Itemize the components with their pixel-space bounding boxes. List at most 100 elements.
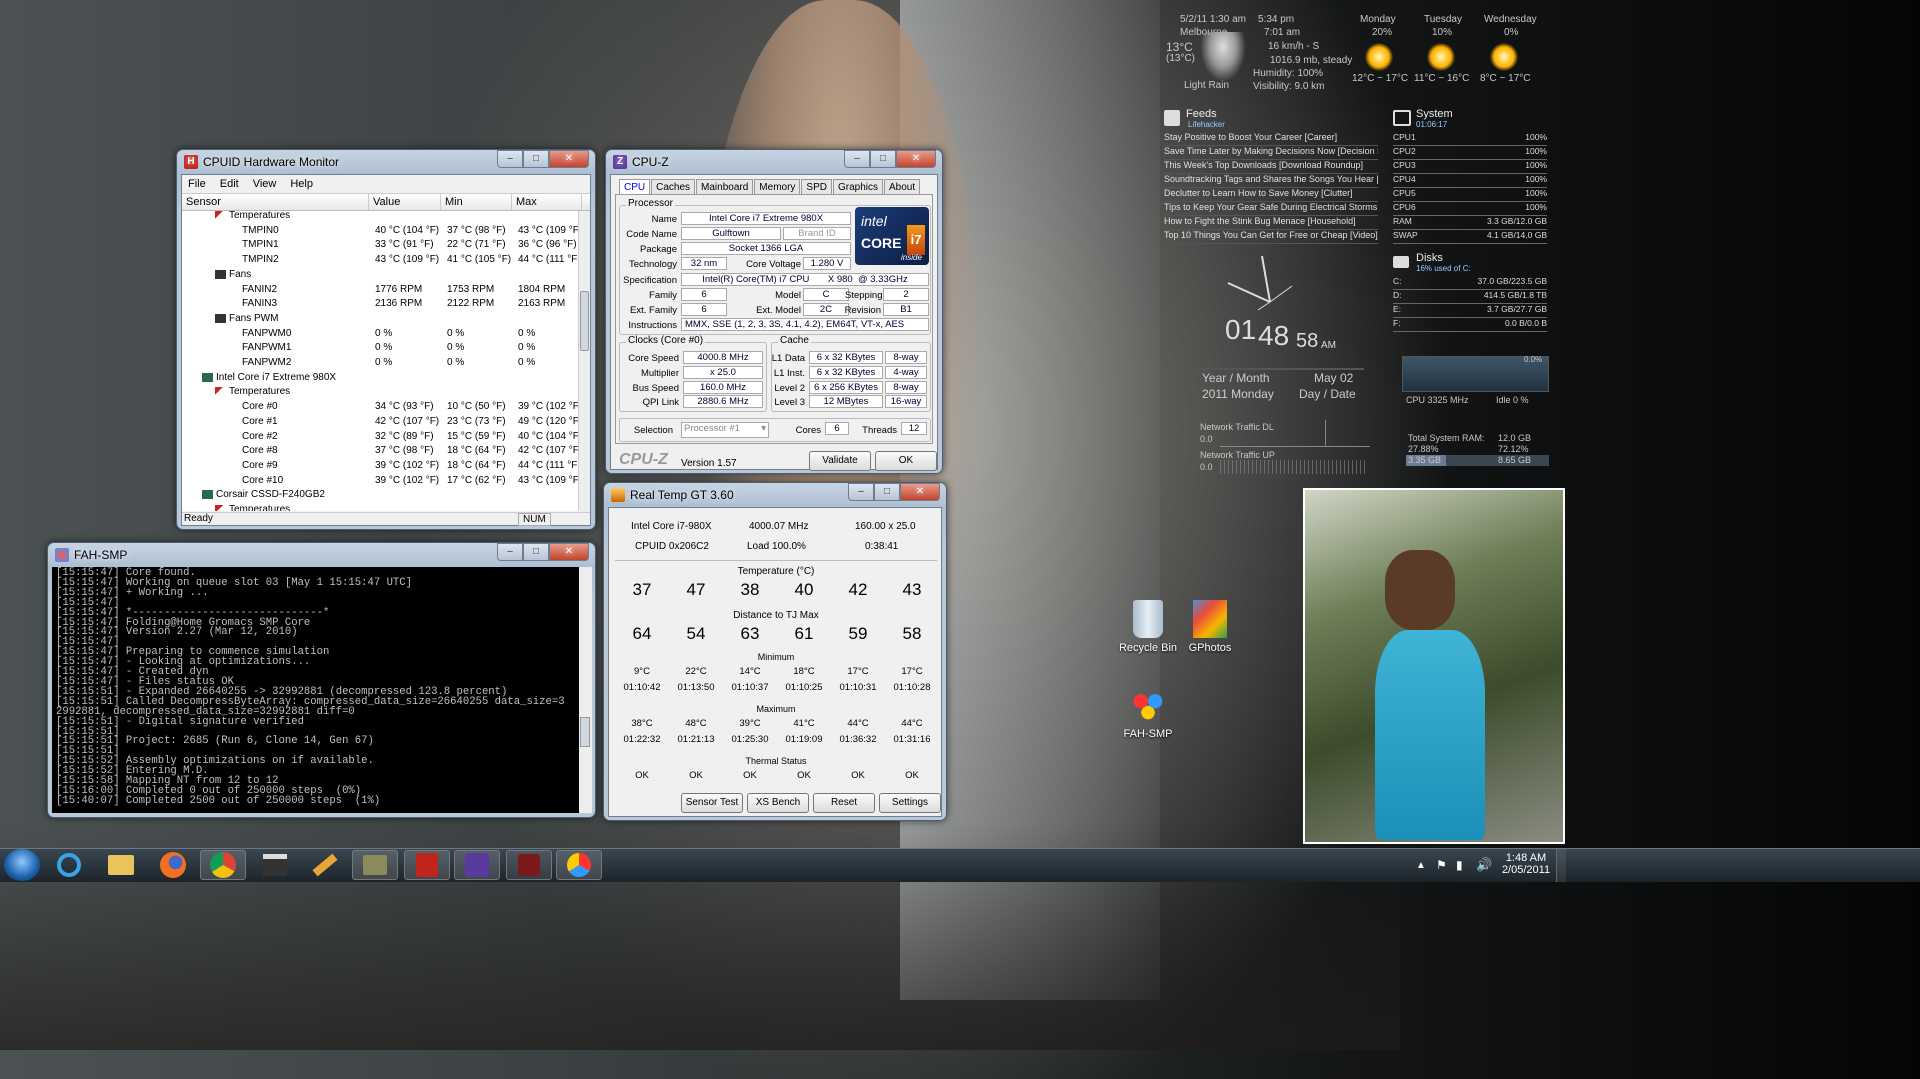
start-button[interactable] (4, 849, 40, 881)
feed-item[interactable]: Top 10 Things You Can Get for Free or Ch… (1164, 230, 1378, 244)
taskbar-firefox[interactable] (150, 850, 196, 880)
cpuz-titlebar[interactable]: Z CPU-Z – □ ✕ (606, 150, 942, 174)
hwmonitor-row[interactable]: Core #1 42 °C (107 °F) 23 °C (73 °F) 49 °C … (182, 414, 578, 429)
hwmonitor-titlebar[interactable]: H CPUID Hardware Monitor – □ ✕ (177, 150, 595, 174)
minimize-button[interactable]: – (848, 483, 874, 501)
action-center-flag-icon[interactable]: ⚑ (1436, 858, 1447, 872)
realtemp-titlebar[interactable]: Real Temp GT 3.60 – □ ✕ (604, 483, 946, 507)
taskbar-realtemp[interactable] (404, 850, 450, 880)
hwmonitor-row[interactable]: TMPIN1 33 °C (91 °F) 22 °C (71 °F) 36 °C (9… (182, 237, 578, 252)
weather-widget[interactable]: 5/2/11 1:30 am Melbourne 13°C (13°C) Lig… (1160, 8, 1550, 98)
hwmonitor-row[interactable]: FANIN3 2136 RPM 2122 RPM 2163 RPM (182, 296, 578, 311)
col-max[interactable]: Max (512, 194, 582, 210)
network-icon[interactable]: ▮ (1456, 858, 1463, 872)
maximize-button[interactable]: □ (523, 150, 549, 168)
hwmonitor-row[interactable]: Core #8 37 °C (98 °F) 18 °C (64 °F) 42 °C (… (182, 443, 578, 458)
hwmonitor-row[interactable]: Intel Core i7 Extreme 980X (182, 370, 578, 385)
maximize-button[interactable]: □ (523, 543, 549, 561)
tray-show-hidden-icon[interactable]: ▲ (1416, 860, 1426, 871)
hwmonitor-tree[interactable]: Temperatures TMPIN0 40 °C (104 °F) 37 °C (9… (182, 211, 578, 511)
col-value[interactable]: Value (369, 194, 441, 210)
taskbar-app[interactable] (506, 850, 552, 880)
xs-bench-button[interactable]: XS Bench (747, 793, 809, 813)
tab-memory[interactable]: Memory (754, 179, 801, 195)
realtemp-window[interactable]: Real Temp GT 3.60 – □ ✕ Intel Core i7-98… (603, 482, 947, 821)
reset-button[interactable]: Reset (813, 793, 875, 813)
taskbar-media[interactable] (252, 850, 298, 880)
hwmonitor-row[interactable]: FANPWM0 0 % 0 % 0 % (182, 326, 578, 341)
rss-icon (1164, 110, 1180, 126)
feed-item[interactable]: Tips to Keep Your Gear Safe During Elect… (1164, 202, 1378, 216)
fah-smp-window[interactable]: FAH-SMP – □ ✕ [15:15:47] Core found. [15:… (47, 542, 596, 818)
desktop-icon-gphotos[interactable]: GPhotos (1174, 600, 1246, 654)
tab-caches[interactable]: Caches (651, 179, 696, 195)
hwmonitor-row[interactable]: TMPIN2 43 °C (109 °F) 41 °C (105 °F) 44 °C … (182, 252, 578, 267)
sunrise-time: 7:01 am (1264, 27, 1301, 38)
close-button[interactable]: ✕ (549, 150, 589, 168)
maximize-button[interactable]: □ (874, 483, 900, 501)
feed-item[interactable]: Save Time Later by Making Decisions Now … (1164, 146, 1378, 160)
tab-spd[interactable]: SPD (801, 179, 832, 195)
close-button[interactable]: ✕ (549, 543, 589, 561)
ok-button[interactable]: OK (875, 451, 937, 471)
minimize-button[interactable]: – (497, 543, 523, 561)
weather-feels: (13°C) (1166, 53, 1196, 64)
fah-titlebar[interactable]: FAH-SMP – □ ✕ (48, 543, 595, 567)
menu-help[interactable]: Help (290, 178, 313, 190)
taskbar-explorer[interactable] (98, 850, 144, 880)
cpuz-window[interactable]: Z CPU-Z – □ ✕ CPU Caches Mainboard Memor… (605, 149, 943, 474)
tab-mainboard[interactable]: Mainboard (696, 179, 754, 195)
col-min[interactable]: Min (441, 194, 512, 210)
desktop-icon-fah-smp[interactable]: FAH-SMP (1112, 686, 1184, 740)
feed-item[interactable]: Soundtracking Tags and Shares the Songs … (1164, 174, 1378, 188)
tab-graphics[interactable]: Graphics (832, 179, 883, 195)
feed-item[interactable]: How to Fight the Stink Bug Menace [House… (1164, 216, 1378, 230)
taskbar-tool[interactable] (302, 850, 348, 880)
minimize-button[interactable]: – (497, 150, 523, 168)
minimize-button[interactable]: – (844, 150, 870, 168)
hwmonitor-row[interactable]: Temperatures (182, 502, 578, 511)
hwmonitor-row[interactable]: Temperatures (182, 211, 578, 223)
menu-edit[interactable]: Edit (220, 178, 239, 190)
tray-clock[interactable]: 1:48 AM 2/05/2011 (1500, 852, 1552, 876)
taskbar-chrome[interactable] (200, 850, 246, 880)
feed-item[interactable]: This Week's Top Downloads [Download Roun… (1164, 160, 1378, 174)
taskbar-cpuz[interactable] (454, 850, 500, 880)
hwmonitor-row[interactable]: Core #10 39 °C (102 °F) 17 °C (62 °F) 43 °C… (182, 473, 578, 488)
menu-view[interactable]: View (253, 178, 277, 190)
console-scrollbar[interactable] (579, 567, 592, 813)
taskbar-hwmonitor[interactable] (352, 850, 398, 880)
hwmonitor-scrollbar[interactable] (578, 211, 590, 511)
tab-cpu[interactable]: CPU (619, 179, 651, 195)
feed-item[interactable]: Declutter to Learn How to Save Money [Cl… (1164, 188, 1378, 202)
hwmonitor-window[interactable]: H CPUID Hardware Monitor – □ ✕ File Edit… (176, 149, 596, 530)
feed-item[interactable]: Stay Positive to Boost Your Career [Care… (1164, 132, 1378, 146)
taskbar-fah[interactable] (556, 850, 602, 880)
hwmonitor-row[interactable]: Core #2 32 °C (89 °F) 15 °C (59 °F) 40 °C (… (182, 429, 578, 444)
hwmonitor-row[interactable]: Temperatures (182, 384, 578, 399)
hwmonitor-row[interactable]: Fans (182, 267, 578, 282)
settings-button[interactable]: Settings (879, 793, 941, 813)
processor-select[interactable]: Processor #1 ▾ (681, 422, 769, 438)
hwmonitor-row[interactable]: Fans PWM (182, 311, 578, 326)
col-sensor[interactable]: Sensor (182, 194, 369, 210)
hwmonitor-row[interactable]: FANIN2 1776 RPM 1753 RPM 1804 RPM (182, 282, 578, 297)
core-distance-to-tjmax: 64 (632, 624, 652, 643)
hwmonitor-row[interactable]: TMPIN0 40 °C (104 °F) 37 °C (98 °F) 43 °C (… (182, 223, 578, 238)
show-desktop-button[interactable] (1556, 849, 1566, 882)
close-button[interactable]: ✕ (896, 150, 936, 168)
hwmonitor-row[interactable]: Corsair CSSD-F240GB2 (182, 487, 578, 502)
fah-console-output[interactable]: [15:15:47] Core found. [15:15:47] Working… (52, 567, 579, 813)
validate-button[interactable]: Validate (809, 451, 871, 471)
tab-about[interactable]: About (884, 179, 921, 195)
hwmonitor-row[interactable]: Core #9 39 °C (102 °F) 18 °C (64 °F) 44 °C … (182, 458, 578, 473)
taskbar-ie[interactable] (46, 850, 92, 880)
hwmonitor-row[interactable]: Core #0 34 °C (93 °F) 10 °C (50 °F) 39 °C (… (182, 399, 578, 414)
hwmonitor-row[interactable]: FANPWM2 0 % 0 % 0 % (182, 355, 578, 370)
volume-icon[interactable]: 🔊 (1476, 857, 1492, 873)
close-button[interactable]: ✕ (900, 483, 940, 501)
maximize-button[interactable]: □ (870, 150, 896, 168)
menu-file[interactable]: File (188, 178, 206, 190)
hwmonitor-row[interactable]: FANPWM1 0 % 0 % 0 % (182, 340, 578, 355)
sensor-test-button[interactable]: Sensor Test (681, 793, 743, 813)
